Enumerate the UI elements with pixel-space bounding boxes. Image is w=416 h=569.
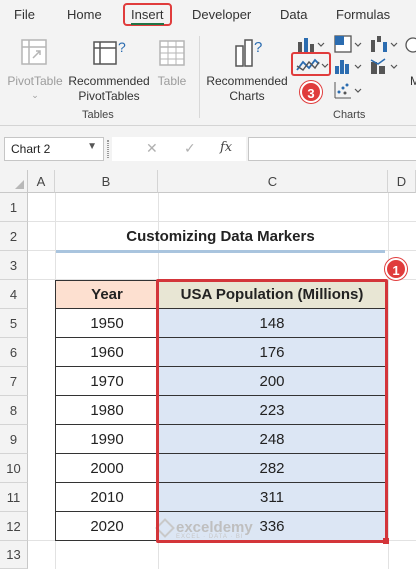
gridline — [28, 221, 416, 222]
combo-chart-icon[interactable] — [369, 56, 399, 76]
recommended-charts-label-2: Charts — [229, 89, 265, 103]
column-header-d[interactable]: D — [388, 170, 416, 193]
cancel-icon[interactable]: ✕ — [146, 140, 158, 157]
selected-range-outline — [156, 279, 388, 543]
ribbon-tab-bar: File Home Insert Developer Data Formulas — [0, 0, 416, 30]
column-header-b[interactable]: B — [55, 170, 158, 193]
name-box[interactable]: Chart 2 ▼ — [4, 137, 104, 161]
tab-insert-label: Insert — [131, 7, 164, 25]
table-icon — [159, 40, 185, 66]
line-chart-button[interactable] — [291, 52, 331, 76]
row-header-2[interactable]: 2 — [0, 222, 28, 251]
year-cell[interactable]: 2020 — [56, 512, 159, 541]
tab-file[interactable]: File — [14, 7, 35, 22]
sheet-title: Customizing Data Markers — [126, 228, 315, 245]
select-all-button[interactable] — [0, 170, 28, 193]
pivottable-icon — [21, 39, 47, 65]
chevron-down-icon: ▼ — [87, 141, 97, 152]
worksheet-grid: A B C D 1 2 3 4 5 6 7 8 9 10 11 12 13 Cu… — [0, 170, 416, 569]
step-badge-1: 1 — [385, 258, 407, 280]
row-header-7[interactable]: 7 — [0, 367, 28, 396]
row-header-11[interactable]: 11 — [0, 483, 28, 512]
title-underline — [56, 250, 385, 253]
recommended-pivottables-button[interactable]: ? Recommended PivotTables — [68, 34, 150, 103]
row-header-13[interactable]: 13 — [0, 541, 28, 569]
charts-group-label: Charts — [333, 109, 366, 121]
row-header-9[interactable]: 9 — [0, 425, 28, 454]
tab-data[interactable]: Data — [280, 7, 307, 22]
formula-bar-controls: ✕ ✓ fx — [112, 137, 246, 161]
svg-text:?: ? — [118, 39, 126, 55]
column-chart-icon[interactable] — [296, 34, 326, 54]
ribbon-insert-panel: PivotTable ⌄ ? Recommended PivotTables T… — [0, 30, 416, 126]
year-cell[interactable]: 1960 — [56, 338, 159, 367]
fill-handle[interactable] — [383, 538, 389, 544]
row-header-3[interactable]: 3 — [0, 251, 28, 280]
group-divider — [199, 36, 200, 118]
column-header-c[interactable]: C — [158, 170, 388, 193]
formula-input[interactable] — [248, 137, 416, 161]
table-button[interactable]: Table — [152, 34, 192, 100]
row-header-12[interactable]: 12 — [0, 512, 28, 541]
year-cell[interactable]: 1990 — [56, 425, 159, 454]
row-header-1[interactable]: 1 — [0, 193, 28, 222]
recommended-pivottables-label-1: Recommended — [68, 74, 150, 88]
row-header-6[interactable]: 6 — [0, 338, 28, 367]
tables-group-label: Tables — [82, 109, 114, 121]
step-badge-3: 3 — [300, 81, 322, 103]
year-cell[interactable]: 1980 — [56, 396, 159, 425]
tab-developer[interactable]: Developer — [192, 7, 251, 22]
year-cell[interactable]: 1970 — [56, 367, 159, 396]
year-cell[interactable]: 2000 — [56, 454, 159, 483]
row-header-10[interactable]: 10 — [0, 454, 28, 483]
row-header-5[interactable]: 5 — [0, 309, 28, 338]
tab-formulas[interactable]: Formulas — [336, 7, 390, 22]
tab-home[interactable]: Home — [67, 7, 102, 22]
year-cell[interactable]: 2010 — [56, 483, 159, 512]
row-header-4[interactable]: 4 — [0, 280, 28, 309]
year-cell[interactable]: 1950 — [56, 309, 159, 338]
recommended-pivottables-icon: ? — [93, 39, 126, 65]
scatter-chart-icon[interactable] — [333, 80, 363, 100]
formula-bar: Chart 2 ▼ ✕ ✓ fx — [0, 126, 416, 170]
pivottable-button[interactable]: PivotTable ⌄ — [4, 34, 66, 100]
statistic-chart-icon[interactable] — [333, 56, 363, 76]
name-box-value: Chart 2 — [11, 142, 51, 156]
column-header-a[interactable]: A — [28, 170, 55, 193]
chevron-down-icon: ⌄ — [31, 90, 39, 100]
recommended-charts-icon: ? — [235, 39, 262, 67]
table-label: Table — [157, 74, 187, 88]
drag-handle[interactable] — [107, 140, 109, 158]
recommended-pivottables-label-2: PivotTables — [78, 89, 140, 103]
hierarchy-chart-icon[interactable] — [333, 34, 363, 54]
waterfall-chart-icon[interactable] — [369, 34, 399, 54]
year-header[interactable]: Year — [56, 281, 159, 309]
svg-text:?: ? — [254, 39, 262, 56]
tab-insert[interactable]: Insert — [123, 3, 172, 26]
recommended-charts-label-1: Recommended — [206, 74, 288, 88]
recommended-charts-button[interactable]: ? Recommended Charts — [206, 34, 288, 103]
row-header-8[interactable]: 8 — [0, 396, 28, 425]
maps-icon[interactable] — [404, 36, 416, 54]
line-chart-icon — [296, 58, 329, 71]
fx-icon[interactable]: fx — [220, 140, 232, 155]
check-icon[interactable]: ✓ — [184, 140, 196, 157]
maps-label-truncated: M — [410, 74, 416, 88]
pivottable-label: PivotTable — [7, 74, 63, 88]
